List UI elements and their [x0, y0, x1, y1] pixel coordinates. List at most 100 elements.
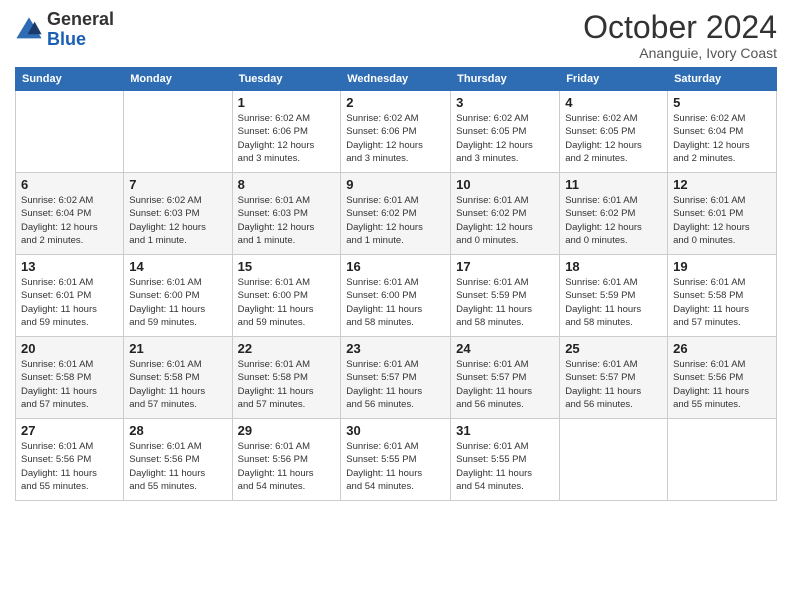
day-info: Sunrise: 6:01 AM Sunset: 6:00 PM Dayligh…: [346, 276, 445, 329]
day-number: 21: [129, 341, 226, 356]
logo: General Blue: [15, 10, 114, 50]
day-info: Sunrise: 6:01 AM Sunset: 6:02 PM Dayligh…: [346, 194, 445, 247]
table-row: 20Sunrise: 6:01 AM Sunset: 5:58 PM Dayli…: [16, 337, 124, 419]
day-number: 3: [456, 95, 554, 110]
day-number: 31: [456, 423, 554, 438]
day-info: Sunrise: 6:02 AM Sunset: 6:03 PM Dayligh…: [129, 194, 226, 247]
day-number: 26: [673, 341, 771, 356]
table-row: 26 Sunrise: 6:01 AM Sunset: 5:56 PM Dayli…: [668, 337, 777, 419]
col-thursday: Thursday: [451, 68, 560, 91]
day-number: 28: [129, 423, 226, 438]
col-friday: Friday: [560, 68, 668, 91]
day-number: 11: [565, 177, 662, 192]
col-monday: Monday: [124, 68, 232, 91]
day-number: 7: [129, 177, 226, 192]
day-number: 27: [21, 423, 118, 438]
calendar-header: Sunday Monday Tuesday Wednesday Thursday…: [16, 68, 777, 91]
day-number: 6: [21, 177, 118, 192]
main-container: General Blue October 2024 Ananguie, Ivor…: [0, 0, 792, 506]
table-row: 1Sunrise: 6:02 AM Sunset: 6:06 PM Daylig…: [232, 91, 341, 173]
day-number: 4: [565, 95, 662, 110]
day-info: Sunrise: 6:01 AM Sunset: 5:56 PM Dayligh…: [129, 440, 226, 493]
day-number: 14: [129, 259, 226, 274]
table-row: 23 Sunrise: 6:01 AM Sunset: 5:57 PM Dayli…: [341, 337, 451, 419]
day-info: Sunrise: 6:02 AM Sunset: 6:04 PM Dayligh…: [21, 194, 118, 247]
day-number: 23: [346, 341, 445, 356]
day-number: 29: [238, 423, 336, 438]
col-tuesday: Tuesday: [232, 68, 341, 91]
day-info: Sunrise: 6:01 AM Sunset: 5:56 PM Dayligh…: [238, 440, 336, 493]
day-info: Sunrise: 6:01 AM Sunset: 6:02 PM Dayligh…: [456, 194, 554, 247]
day-number: 13: [21, 259, 118, 274]
table-row: 29 Sunrise: 6:01 AM Sunset: 5:56 PM Dayli…: [232, 419, 341, 501]
col-saturday: Saturday: [668, 68, 777, 91]
day-info: Sunrise: 6:02 AM Sunset: 6:06 PM Dayligh…: [346, 112, 445, 165]
day-number: 17: [456, 259, 554, 274]
day-number: 9: [346, 177, 445, 192]
col-wednesday: Wednesday: [341, 68, 451, 91]
header: General Blue October 2024 Ananguie, Ivor…: [15, 10, 777, 61]
table-row: 3 Sunrise: 6:02 AM Sunset: 6:05 PM Daylig…: [451, 91, 560, 173]
day-info: Sunrise: 6:01 AM Sunset: 5:55 PM Dayligh…: [346, 440, 445, 493]
day-info: Sunrise: 6:01 AM Sunset: 6:00 PM Dayligh…: [238, 276, 336, 329]
day-number: 22: [238, 341, 336, 356]
col-sunday: Sunday: [16, 68, 124, 91]
table-row: [124, 91, 232, 173]
table-row: 21 Sunrise: 6:01 AM Sunset: 5:58 PM Dayli…: [124, 337, 232, 419]
day-info: Sunrise: 6:01 AM Sunset: 5:56 PM Dayligh…: [673, 358, 771, 411]
table-row: 17 Sunrise: 6:01 AM Sunset: 5:59 PM Dayli…: [451, 255, 560, 337]
day-info: Sunrise: 6:01 AM Sunset: 5:58 PM Dayligh…: [129, 358, 226, 411]
table-row: [668, 419, 777, 501]
table-row: 22 Sunrise: 6:01 AM Sunset: 5:58 PM Dayli…: [232, 337, 341, 419]
day-info: Sunrise: 6:01 AM Sunset: 5:58 PM Dayligh…: [21, 358, 118, 411]
table-row: 5Sunrise: 6:02 AM Sunset: 6:04 PM Daylig…: [668, 91, 777, 173]
day-number: 2: [346, 95, 445, 110]
table-row: 8Sunrise: 6:01 AM Sunset: 6:03 PM Daylig…: [232, 173, 341, 255]
day-info: Sunrise: 6:01 AM Sunset: 5:57 PM Dayligh…: [565, 358, 662, 411]
day-number: 10: [456, 177, 554, 192]
table-row: [16, 91, 124, 173]
day-info: Sunrise: 6:01 AM Sunset: 5:58 PM Dayligh…: [238, 358, 336, 411]
table-row: 2 Sunrise: 6:02 AM Sunset: 6:06 PM Daylig…: [341, 91, 451, 173]
table-row: 25 Sunrise: 6:01 AM Sunset: 5:57 PM Dayli…: [560, 337, 668, 419]
table-row: 11 Sunrise: 6:01 AM Sunset: 6:02 PM Dayli…: [560, 173, 668, 255]
day-number: 5: [673, 95, 771, 110]
day-info: Sunrise: 6:01 AM Sunset: 5:59 PM Dayligh…: [565, 276, 662, 329]
day-number: 30: [346, 423, 445, 438]
table-row: 24Sunrise: 6:01 AM Sunset: 5:57 PM Dayli…: [451, 337, 560, 419]
day-info: Sunrise: 6:01 AM Sunset: 5:57 PM Dayligh…: [456, 358, 554, 411]
table-row: [560, 419, 668, 501]
month-title: October 2024: [583, 10, 777, 45]
day-info: Sunrise: 6:01 AM Sunset: 6:00 PM Dayligh…: [129, 276, 226, 329]
day-info: Sunrise: 6:01 AM Sunset: 6:02 PM Dayligh…: [565, 194, 662, 247]
table-row: 4 Sunrise: 6:02 AM Sunset: 6:05 PM Daylig…: [560, 91, 668, 173]
table-row: 18Sunrise: 6:01 AM Sunset: 5:59 PM Dayli…: [560, 255, 668, 337]
table-row: 19Sunrise: 6:01 AM Sunset: 5:58 PM Dayli…: [668, 255, 777, 337]
day-info: Sunrise: 6:01 AM Sunset: 5:56 PM Dayligh…: [21, 440, 118, 493]
day-number: 25: [565, 341, 662, 356]
day-info: Sunrise: 6:02 AM Sunset: 6:05 PM Dayligh…: [565, 112, 662, 165]
table-row: 16 Sunrise: 6:01 AM Sunset: 6:00 PM Dayli…: [341, 255, 451, 337]
table-row: 27 Sunrise: 6:01 AM Sunset: 5:56 PM Dayli…: [16, 419, 124, 501]
day-info: Sunrise: 6:02 AM Sunset: 6:05 PM Dayligh…: [456, 112, 554, 165]
table-row: 10 Sunrise: 6:01 AM Sunset: 6:02 PM Dayli…: [451, 173, 560, 255]
table-row: 30 Sunrise: 6:01 AM Sunset: 5:55 PM Dayli…: [341, 419, 451, 501]
table-row: 14 Sunrise: 6:01 AM Sunset: 6:00 PM Dayli…: [124, 255, 232, 337]
table-row: 9 Sunrise: 6:01 AM Sunset: 6:02 PM Daylig…: [341, 173, 451, 255]
day-info: Sunrise: 6:01 AM Sunset: 6:01 PM Dayligh…: [21, 276, 118, 329]
logo-icon: [15, 16, 43, 44]
day-number: 19: [673, 259, 771, 274]
table-row: 13 Sunrise: 6:01 AM Sunset: 6:01 PM Dayli…: [16, 255, 124, 337]
logo-text-line2: Blue: [47, 30, 114, 50]
day-info: Sunrise: 6:01 AM Sunset: 6:01 PM Dayligh…: [673, 194, 771, 247]
day-info: Sunrise: 6:01 AM Sunset: 6:03 PM Dayligh…: [238, 194, 336, 247]
day-number: 16: [346, 259, 445, 274]
table-row: 7 Sunrise: 6:02 AM Sunset: 6:03 PM Daylig…: [124, 173, 232, 255]
title-block: October 2024 Ananguie, Ivory Coast: [583, 10, 777, 61]
logo-text-line1: General: [47, 10, 114, 30]
day-info: Sunrise: 6:01 AM Sunset: 5:55 PM Dayligh…: [456, 440, 554, 493]
day-number: 12: [673, 177, 771, 192]
calendar-body: 1Sunrise: 6:02 AM Sunset: 6:06 PM Daylig…: [16, 91, 777, 501]
day-info: Sunrise: 6:01 AM Sunset: 5:57 PM Dayligh…: [346, 358, 445, 411]
day-info: Sunrise: 6:01 AM Sunset: 5:59 PM Dayligh…: [456, 276, 554, 329]
